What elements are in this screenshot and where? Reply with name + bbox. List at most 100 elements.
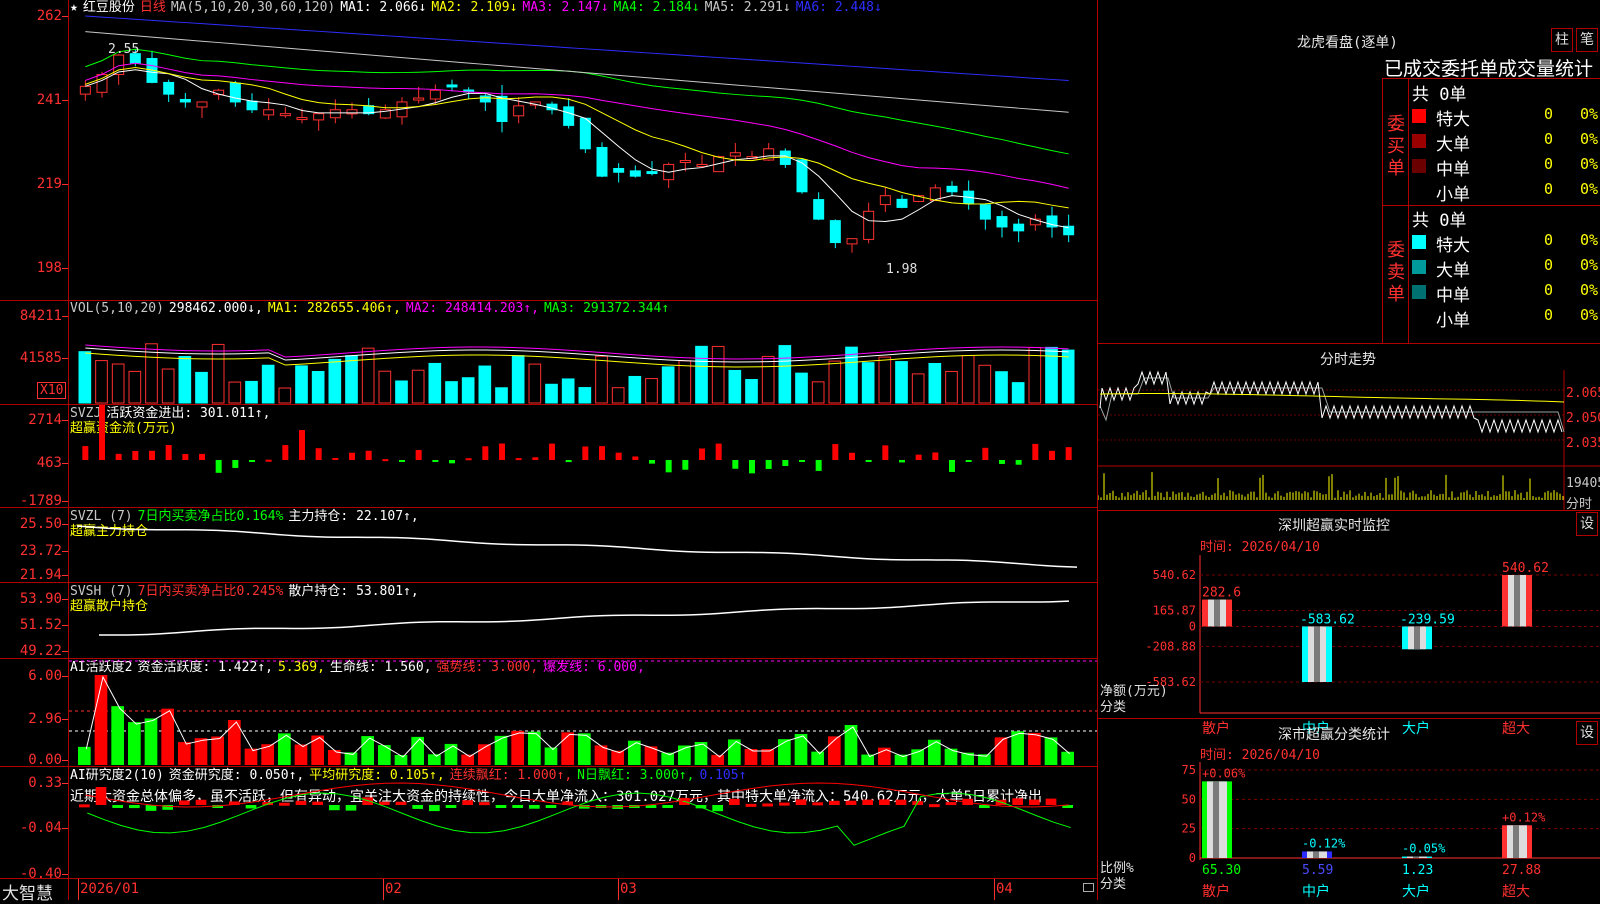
activity-bar[interactable] bbox=[1028, 732, 1041, 765]
classify-bar-chart[interactable]: 75 50 25 0 比例%分类 +0.06% 65.30 散户 -0.12% 5.59 中户 -0.… bbox=[1098, 762, 1600, 900]
research-bar[interactable] bbox=[729, 798, 740, 805]
research-bar[interactable] bbox=[112, 805, 123, 808]
candle[interactable] bbox=[229, 80, 241, 107]
flow-bar[interactable] bbox=[615, 452, 622, 460]
flow-bar[interactable] bbox=[332, 457, 339, 460]
volume-bar[interactable] bbox=[811, 381, 825, 404]
research-bar[interactable] bbox=[1012, 798, 1023, 805]
activity-bar[interactable] bbox=[428, 754, 441, 765]
activity-bar[interactable] bbox=[1011, 731, 1024, 765]
flow-bar[interactable] bbox=[932, 452, 939, 460]
research-bar[interactable] bbox=[329, 805, 340, 811]
candle[interactable] bbox=[896, 195, 908, 209]
volume-bar[interactable] bbox=[578, 387, 592, 404]
flow-bar[interactable] bbox=[849, 452, 855, 460]
research-bar[interactable] bbox=[512, 805, 523, 808]
flow-bar[interactable] bbox=[565, 460, 572, 463]
flow-bar[interactable] bbox=[765, 460, 772, 469]
research-bar[interactable] bbox=[712, 805, 723, 812]
volume-bar[interactable] bbox=[645, 378, 658, 404]
activity-bar[interactable] bbox=[511, 730, 524, 765]
research-bar[interactable] bbox=[879, 799, 890, 805]
svsh-chart[interactable] bbox=[69, 583, 1097, 658]
flow-bar[interactable] bbox=[1015, 460, 1022, 465]
flow-bar[interactable] bbox=[749, 460, 755, 474]
classify-bar[interactable] bbox=[1402, 856, 1432, 858]
flow-bar[interactable] bbox=[399, 460, 405, 462]
classify-bar[interactable] bbox=[1202, 781, 1232, 858]
volume-bar[interactable] bbox=[728, 369, 742, 404]
flow-bar[interactable] bbox=[882, 445, 889, 460]
volume-bar[interactable] bbox=[261, 364, 275, 404]
volume-bar[interactable] bbox=[528, 363, 542, 404]
flow-bar[interactable] bbox=[282, 445, 289, 460]
activity-bar[interactable] bbox=[111, 706, 124, 765]
activity-bar[interactable] bbox=[394, 754, 408, 765]
volume-bar[interactable] bbox=[911, 373, 925, 404]
monitor-bar[interactable] bbox=[1502, 575, 1532, 627]
volume-bar[interactable] bbox=[928, 362, 942, 404]
flow-bar[interactable] bbox=[149, 450, 155, 460]
volume-bar[interactable] bbox=[778, 345, 792, 404]
volume-bar[interactable] bbox=[761, 355, 775, 404]
activity-bar[interactable] bbox=[711, 754, 724, 765]
volume-bar[interactable] bbox=[795, 372, 808, 404]
candle[interactable] bbox=[963, 180, 975, 210]
candle[interactable] bbox=[1013, 218, 1025, 243]
intraday-chart[interactable] bbox=[1098, 370, 1600, 510]
candle[interactable] bbox=[613, 163, 625, 183]
research-bar[interactable] bbox=[662, 805, 673, 808]
candle[interactable] bbox=[446, 79, 458, 92]
volume-bar[interactable] bbox=[861, 362, 875, 404]
flow-bar[interactable] bbox=[299, 430, 305, 460]
research-bar[interactable] bbox=[179, 800, 190, 805]
activity-bar[interactable] bbox=[861, 754, 874, 765]
volume-bar[interactable] bbox=[95, 360, 108, 404]
activity-bar[interactable] bbox=[528, 731, 541, 765]
candle[interactable] bbox=[279, 107, 291, 118]
volume-bar[interactable] bbox=[545, 383, 558, 404]
volume-bar[interactable] bbox=[111, 363, 125, 404]
flow-bar[interactable] bbox=[665, 460, 672, 473]
volume-bar[interactable] bbox=[661, 366, 675, 404]
research-bar[interactable] bbox=[812, 802, 823, 806]
flow-bar[interactable] bbox=[799, 460, 805, 462]
candle[interactable] bbox=[146, 50, 158, 84]
activity-bar[interactable] bbox=[611, 750, 624, 765]
candle[interactable] bbox=[263, 98, 275, 121]
volume-bar[interactable] bbox=[495, 387, 508, 404]
flow-bar[interactable] bbox=[599, 446, 605, 460]
flow-bar[interactable] bbox=[682, 460, 689, 470]
research-bar[interactable] bbox=[1045, 798, 1057, 805]
activity-bar[interactable] bbox=[661, 752, 674, 765]
flow-bar[interactable] bbox=[982, 447, 989, 460]
research-bar[interactable] bbox=[279, 802, 290, 806]
research-bar[interactable] bbox=[745, 803, 757, 807]
volume-bar[interactable] bbox=[361, 347, 375, 404]
flow-bar[interactable] bbox=[899, 460, 905, 463]
svzl-chart[interactable] bbox=[69, 508, 1097, 582]
candle[interactable] bbox=[596, 142, 608, 178]
volume-bar[interactable] bbox=[295, 365, 308, 404]
research-bar[interactable] bbox=[395, 801, 407, 805]
research-bar[interactable] bbox=[545, 805, 557, 808]
candle[interactable] bbox=[729, 142, 741, 166]
activity-bar[interactable] bbox=[461, 754, 474, 765]
flow-bar[interactable] bbox=[99, 405, 105, 460]
activity-bar[interactable] bbox=[811, 751, 824, 765]
research-bar[interactable] bbox=[945, 802, 957, 806]
research-bar[interactable] bbox=[495, 805, 507, 808]
volume-bar[interactable] bbox=[561, 378, 575, 404]
flow-bar[interactable] bbox=[815, 460, 822, 471]
volume-bar[interactable] bbox=[1061, 349, 1075, 404]
flow-bar[interactable] bbox=[215, 460, 222, 473]
flow-bar[interactable] bbox=[1065, 447, 1072, 460]
research-bar[interactable] bbox=[312, 801, 323, 805]
flow-bar[interactable] bbox=[365, 450, 372, 460]
volume-bar[interactable] bbox=[178, 356, 192, 404]
research-bar[interactable] bbox=[529, 805, 540, 809]
volume-bar[interactable] bbox=[311, 370, 325, 404]
research-bar[interactable] bbox=[445, 805, 457, 808]
volume-bar[interactable] bbox=[611, 387, 625, 404]
flow-bar[interactable] bbox=[632, 456, 639, 460]
